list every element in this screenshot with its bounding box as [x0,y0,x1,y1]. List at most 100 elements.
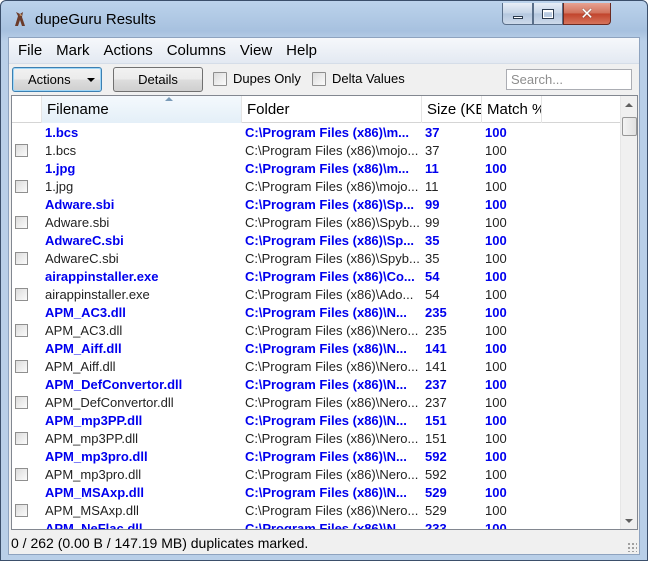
menu-help[interactable]: Help [279,40,324,61]
duplicate-file-row[interactable]: 1.jpg C:\Program Files (x86)\mojo... 11 100 [12,178,621,196]
size-cell: 54 [425,287,440,302]
reference-file-row[interactable]: APM_DefConvertor.dll C:\Program Files (x8… [12,376,621,394]
details-button[interactable]: Details [113,67,203,92]
mark-checkbox[interactable] [15,144,28,157]
minimize-button[interactable] [502,3,533,25]
mark-cell[interactable] [12,286,42,304]
mark-checkbox[interactable] [15,216,28,229]
reference-file-row[interactable]: 1.jpg C:\Program Files (x86)\m... 11 100 [12,160,621,178]
duplicate-file-row[interactable]: APM_AC3.dll C:\Program Files (x86)\Nero..… [12,322,621,340]
reference-file-row[interactable]: Adware.sbi C:\Program Files (x86)\Sp... 99… [12,196,621,214]
title-bar[interactable]: dupeGuru Results ✕ [1,1,647,37]
duplicate-file-row[interactable]: AdwareC.sbi C:\Program Files (x86)\Spyb..… [12,250,621,268]
match-cell: 100 [485,431,507,446]
match-cell: 100 [485,323,507,338]
column-header-size[interactable]: Size (KB [422,96,482,123]
reference-file-row[interactable]: APM_NeFlac.dll C:\Program Files (x86)\N..… [12,520,621,530]
reference-file-row[interactable]: APM_mp3PP.dll C:\Program Files (x86)\N...… [12,412,621,430]
menu-view[interactable]: View [233,40,279,61]
folder-cell: C:\Program Files (x86)\Ado... [245,287,414,302]
actions-button-label: Actions [28,72,71,87]
size-cell: 99 [425,215,440,230]
mark-cell[interactable] [12,142,42,160]
mark-cell[interactable] [12,430,42,448]
duplicate-file-row[interactable]: APM_MSAxp.dll C:\Program Files (x86)\Nero… [12,502,621,520]
search-input[interactable] [506,69,632,90]
mark-checkbox[interactable] [15,432,28,445]
column-header-match[interactable]: Match % [482,96,542,123]
reference-file-row[interactable]: AdwareC.sbi C:\Program Files (x86)\Sp... 3… [12,232,621,250]
reference-file-row[interactable]: APM_Aiff.dll C:\Program Files (x86)\N... 1… [12,340,621,358]
mark-cell[interactable] [12,322,42,340]
mark-cell[interactable] [12,250,42,268]
resize-grip-icon[interactable] [627,542,637,552]
mark-checkbox[interactable] [15,396,28,409]
duplicate-file-row[interactable]: airappinstaller.exe C:\Program Files (x86… [12,286,621,304]
column-header-marked[interactable] [12,96,42,123]
duplicate-file-row[interactable]: APM_mp3pro.dll C:\Program Files (x86)\Ner… [12,466,621,484]
filename-cell: APM_MSAxp.dll [45,503,139,518]
match-cell: 100 [485,449,507,464]
reference-file-row[interactable]: APM_mp3pro.dll C:\Program Files (x86)\N..… [12,448,621,466]
mark-cell [12,376,42,394]
menu-columns[interactable]: Columns [160,40,233,61]
scroll-up-button[interactable] [621,96,637,113]
maximize-button[interactable] [533,3,563,25]
dupes-only-label: Dupes Only [233,71,301,86]
column-header-filename[interactable]: Filename [42,96,242,123]
folder-cell: C:\Program Files (x86)\Nero... [245,431,419,446]
maximize-icon [542,8,554,19]
size-cell: 35 [425,251,440,266]
mark-cell[interactable] [12,466,42,484]
size-cell: 151 [425,413,447,428]
dupes-only-checkbox[interactable] [213,71,227,86]
reference-file-row[interactable]: airappinstaller.exe C:\Program Files (x86… [12,268,621,286]
duplicate-file-row[interactable]: APM_Aiff.dll C:\Program Files (x86)\Nero.… [12,358,621,376]
mark-checkbox[interactable] [15,252,28,265]
mark-checkbox[interactable] [15,360,28,373]
menu-mark[interactable]: Mark [49,40,96,61]
mark-cell[interactable] [12,178,42,196]
mark-cell[interactable] [12,502,42,520]
size-cell: 235 [425,323,447,338]
scroll-down-button[interactable] [621,512,637,529]
mark-cell[interactable] [12,358,42,376]
match-cell: 100 [485,485,507,500]
duplicate-file-row[interactable]: APM_mp3PP.dll C:\Program Files (x86)\Nero… [12,430,621,448]
dupes-only-toggle[interactable]: Dupes Only [213,71,301,86]
duplicate-file-row[interactable]: APM_DefConvertor.dll C:\Program Files (x8… [12,394,621,412]
size-cell: 11 [425,179,439,194]
close-button[interactable]: ✕ [563,3,611,25]
duplicate-file-row[interactable]: Adware.sbi C:\Program Files (x86)\Spyb...… [12,214,621,232]
duplicate-file-row[interactable]: 1.bcs C:\Program Files (x86)\mojo... 37 100 [12,142,621,160]
match-cell: 100 [485,521,507,530]
reference-file-row[interactable]: APM_AC3.dll C:\Program Files (x86)\N... 23… [12,304,621,322]
menu-actions[interactable]: Actions [97,40,160,61]
mark-cell[interactable] [12,394,42,412]
folder-cell: C:\Program Files (x86)\N... [245,341,407,356]
folder-cell: C:\Program Files (x86)\Nero... [245,323,419,338]
mark-cell [12,448,42,466]
mark-checkbox[interactable] [15,468,28,481]
reference-file-row[interactable]: 1.bcs C:\Program Files (x86)\m... 37 100 [12,124,621,142]
actions-dropdown-button[interactable]: Actions [12,67,102,92]
mark-cell[interactable] [12,214,42,232]
delta-values-toggle[interactable]: Delta Values [312,71,405,86]
delta-values-checkbox[interactable] [312,71,326,86]
mark-checkbox[interactable] [15,288,28,301]
table-body: 1.bcs C:\Program Files (x86)\m... 37 100 1.b… [12,124,621,530]
vertical-scrollbar[interactable] [620,96,637,529]
mark-checkbox[interactable] [15,180,28,193]
mark-checkbox[interactable] [15,324,28,337]
mark-cell [12,520,42,529]
mark-checkbox[interactable] [15,504,28,517]
folder-cell: C:\Program Files (x86)\Nero... [245,359,419,374]
scroll-thumb[interactable] [622,117,637,136]
column-header-folder[interactable]: Folder [242,96,422,123]
filename-cell: APM_AC3.dll [45,323,123,338]
menu-file[interactable]: File [11,40,49,61]
filename-cell: APM_DefConvertor.dll [45,395,174,410]
match-cell: 100 [485,503,507,518]
filename-cell: AdwareC.sbi [45,251,119,266]
reference-file-row[interactable]: APM_MSAxp.dll C:\Program Files (x86)\N...… [12,484,621,502]
